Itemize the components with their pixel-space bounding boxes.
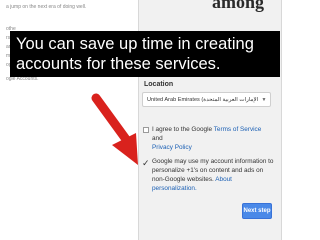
heading-fragment: among bbox=[212, 0, 265, 12]
tos-label: I agree to the Google bbox=[152, 126, 214, 133]
location-select-value: United Arab Emirates (الإمارات العربية ا… bbox=[147, 96, 258, 103]
tos-checkbox[interactable] bbox=[143, 127, 149, 133]
chevron-down-icon: ▼ bbox=[261, 96, 267, 103]
next-step-button[interactable]: Next step bbox=[242, 203, 272, 219]
location-select[interactable]: United Arab Emirates (الإمارات العربية ا… bbox=[142, 92, 271, 107]
background-line: a jump on the next era of doing well. bbox=[6, 4, 87, 10]
location-label: Location bbox=[144, 81, 174, 88]
caption-line-2: accounts for these services. bbox=[16, 55, 221, 73]
privacy-policy-link[interactable]: Privacy Policy bbox=[152, 144, 192, 151]
personalization-label: Google may use my account information to… bbox=[152, 158, 274, 183]
checkmark-icon[interactable]: ✓ bbox=[142, 158, 150, 169]
tos-text: I agree to the Google Terms of Service a… bbox=[152, 125, 272, 152]
tos-and: and bbox=[152, 135, 163, 142]
personalization-text: Google may use my account information to… bbox=[152, 157, 274, 193]
caption-box: You can save up time in creating account… bbox=[10, 31, 280, 77]
terms-of-service-link[interactable]: Terms of Service bbox=[214, 126, 262, 133]
caption-line-1: You can save up time in creating bbox=[16, 35, 254, 53]
